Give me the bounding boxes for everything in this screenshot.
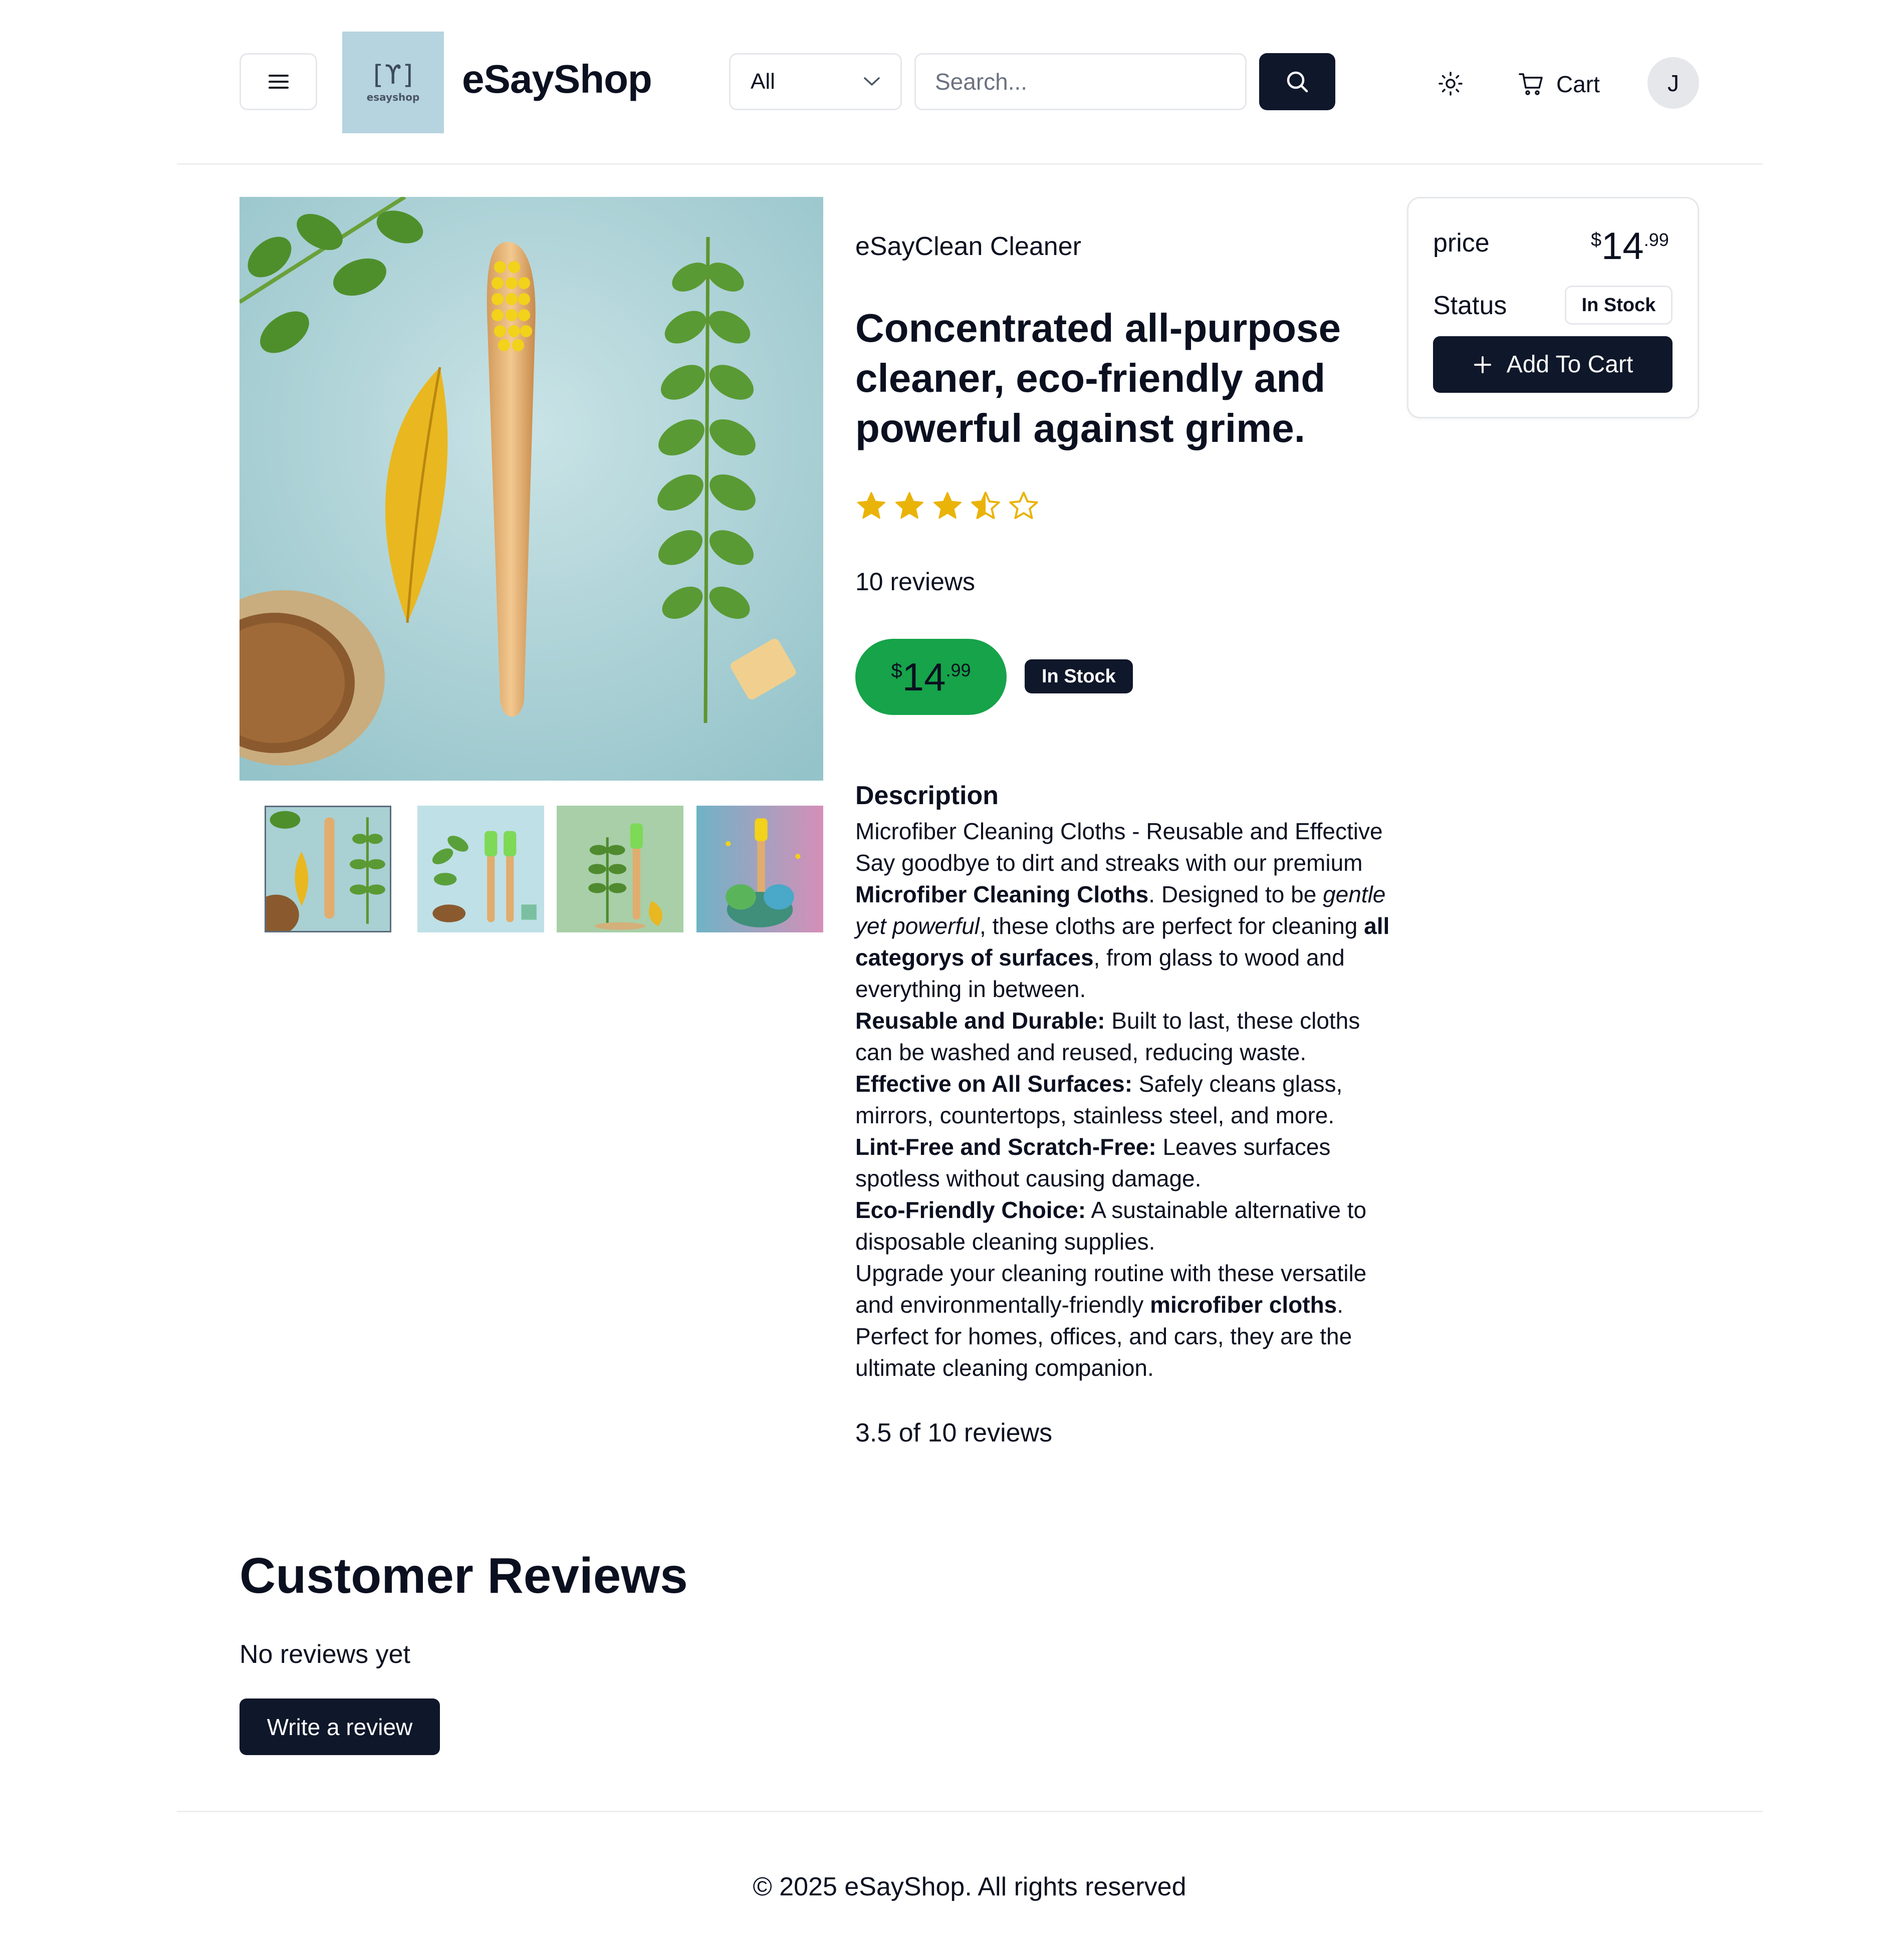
site-brand[interactable]: eSayShop	[462, 56, 652, 102]
theme-toggle-button[interactable]	[1431, 64, 1471, 104]
product-thumbnail[interactable]	[696, 806, 823, 932]
product-thumbnail[interactable]	[265, 806, 391, 932]
product-thumbnail[interactable]	[417, 806, 544, 932]
cart-label: Cart	[1556, 71, 1600, 97]
card-status-label: Status	[1433, 291, 1507, 320]
description-heading: Description	[855, 781, 999, 810]
star-half-icon	[971, 492, 1000, 519]
category-select[interactable]: All	[729, 53, 902, 110]
search-input[interactable]	[914, 53, 1247, 110]
site-logo[interactable]: [ϒ] esayshop	[342, 32, 444, 133]
reviews-heading: Customer Reviews	[240, 1548, 688, 1604]
add-to-cart-label: Add To Cart	[1506, 351, 1633, 378]
card-price: $ 14 .99	[1591, 225, 1669, 268]
rating-summary: 3.5 of 10 reviews	[855, 1418, 1053, 1447]
reviews-count: 10 reviews	[855, 568, 975, 596]
card-price-label: price	[1433, 228, 1490, 258]
product-main-image	[240, 197, 823, 781]
card-stock-badge: In Stock	[1565, 286, 1673, 325]
product-brand: eSayClean Cleaner	[855, 232, 1081, 261]
description-title: Microfiber Cleaning Cloths - Reusable an…	[855, 818, 1383, 844]
menu-icon	[268, 75, 289, 89]
footer-copyright: © 2025 eSayShop. All rights reserved	[753, 1872, 1186, 1901]
logo-word: esayshop	[366, 91, 420, 103]
feature-item: Lint-Free and Scratch-Free: Leaves surfa…	[855, 1134, 1331, 1191]
star-icon	[857, 492, 885, 519]
price-integer: 14	[902, 655, 946, 699]
add-to-cart-button[interactable]: Add To Cart	[1433, 336, 1673, 393]
cart-link[interactable]: Cart	[1518, 64, 1600, 104]
feature-item: Effective on All Surfaces: Safely cleans…	[855, 1071, 1343, 1128]
sun-icon	[1439, 72, 1463, 96]
description-intro: Say goodbye to dirt and streaks with our…	[855, 850, 1390, 1002]
price-badge: $ 14 .99	[855, 639, 1007, 715]
rating-stars	[855, 490, 1040, 522]
logo-mark: [ϒ]	[369, 60, 417, 90]
cart-icon	[1519, 73, 1543, 95]
stock-badge: In Stock	[1025, 659, 1133, 693]
no-reviews-text: No reviews yet	[240, 1640, 410, 1669]
user-avatar[interactable]: J	[1647, 57, 1699, 109]
product-description: Microfiber Cleaning Cloths - Reusable an…	[855, 816, 1396, 1384]
star-icon	[933, 492, 962, 519]
feature-item: Eco-Friendly Choice: A sustainable alter…	[855, 1197, 1367, 1255]
chevron-down-icon	[864, 77, 880, 86]
category-selected: All	[751, 69, 775, 94]
search-button[interactable]	[1259, 53, 1335, 110]
product-thumbnail[interactable]	[557, 806, 683, 932]
footer-divider	[177, 1811, 1763, 1812]
search-icon	[1287, 71, 1308, 93]
header-divider	[177, 163, 1763, 165]
star-outline-icon	[1009, 492, 1038, 519]
plus-icon	[1474, 356, 1491, 373]
product-title: Concentrated all-purpose cleaner, eco-fr…	[855, 306, 1341, 450]
write-review-button[interactable]: Write a review	[240, 1698, 440, 1755]
price-currency: $	[891, 660, 902, 682]
feature-item: Reusable and Durable: Built to last, the…	[855, 1008, 1360, 1065]
star-icon	[895, 492, 923, 519]
menu-button[interactable]	[240, 53, 317, 110]
description-outro: Upgrade your cleaning routine with these…	[855, 1260, 1367, 1381]
price-decimal: .99	[945, 660, 971, 680]
